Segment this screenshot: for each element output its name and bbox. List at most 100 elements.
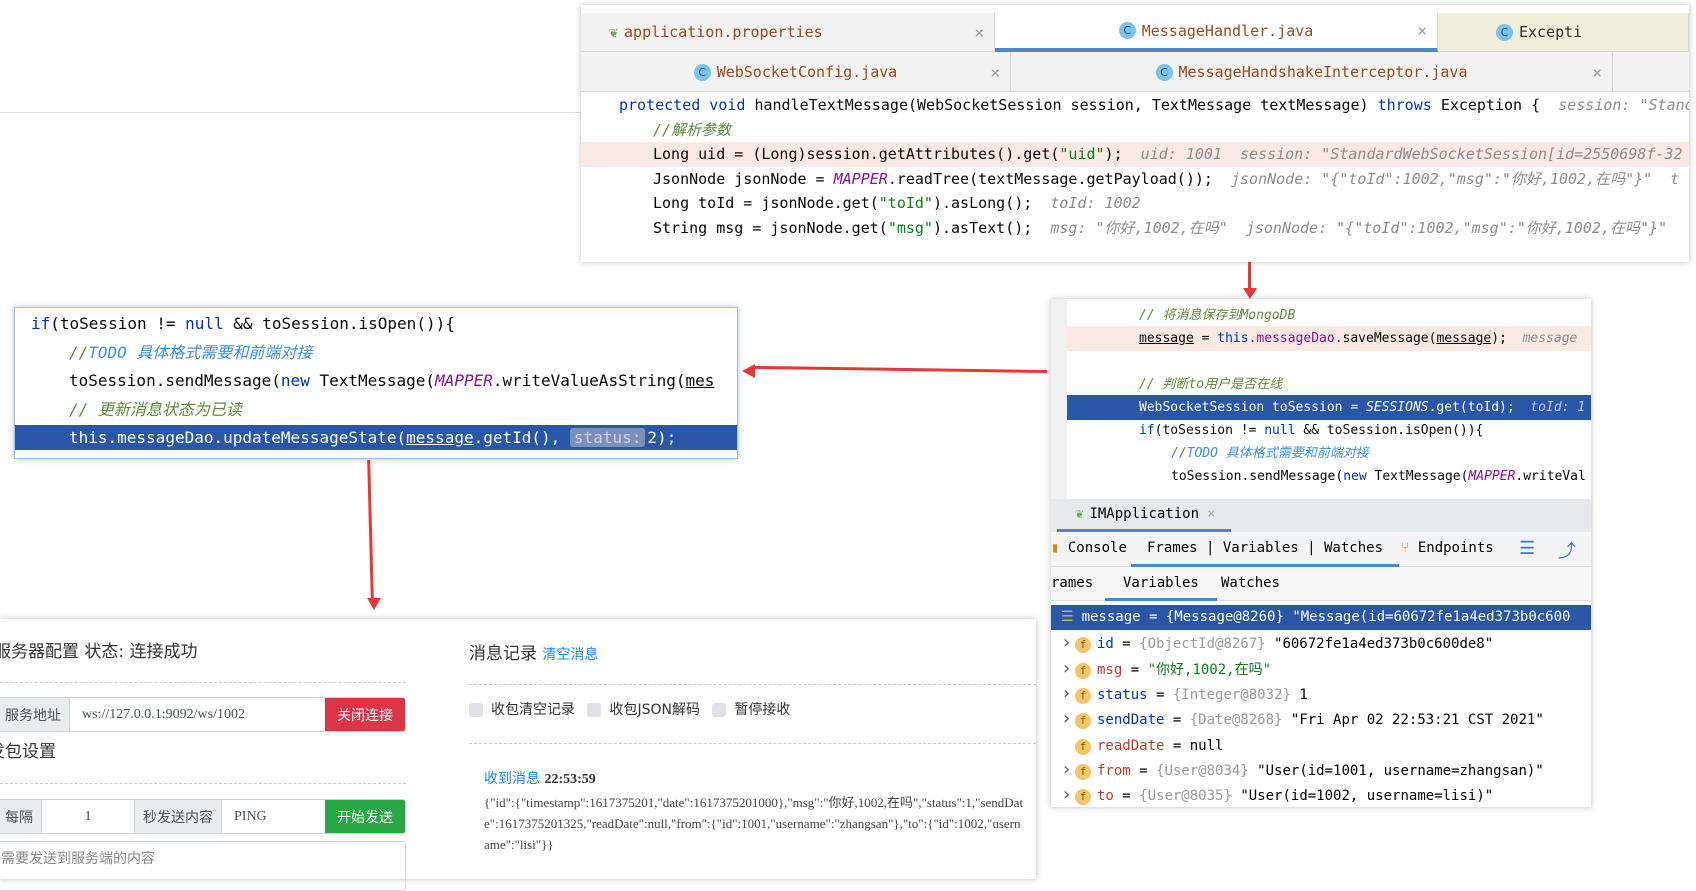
checkbox[interactable] bbox=[469, 703, 483, 717]
code-line[interactable]: // 判断to用户是否在线 bbox=[1067, 372, 1591, 397]
inline-debug-value: session: "StandardWebSocketSession bbox=[1558, 96, 1689, 114]
clear-messages-link[interactable]: 清空消息 bbox=[542, 647, 598, 663]
variable-row[interactable]: › f id = {ObjectId@8267} "60672fe1a4ed373b… bbox=[1051, 630, 1591, 655]
code-line[interactable]: message = this.messageDao.saveMessage(me… bbox=[1067, 326, 1591, 351]
tab-console[interactable]: ▮ Console bbox=[1051, 540, 1127, 556]
equals-sign: = bbox=[1113, 788, 1140, 805]
code-line[interactable]: String msg = jsonNode.get("msg").asText(… bbox=[581, 216, 1689, 241]
code-token: TextMessage( bbox=[319, 371, 436, 390]
code-token: new bbox=[1343, 469, 1375, 484]
debugger-toolbar: ▮ Console Frames | Variables | Watches ⑂… bbox=[1051, 532, 1591, 567]
inline-debug-value: message bbox=[1522, 331, 1578, 346]
message-textarea[interactable]: 需要发送到服务端的内容 bbox=[0, 841, 406, 891]
code-line[interactable]: Long uid = (Long)session.getAttributes()… bbox=[581, 142, 1689, 167]
code-token: TODO 具体格式需要和前端对接 bbox=[88, 342, 313, 362]
code-token: "msg" bbox=[887, 218, 933, 237]
code-token: && toSession.isOpen()){ bbox=[1295, 423, 1484, 438]
code-line[interactable]: // 将消息保存到MongoDB bbox=[1067, 303, 1591, 328]
run-tab-label: IMApplication bbox=[1089, 506, 1200, 522]
start-sending-button[interactable]: 开始发送 bbox=[325, 800, 405, 833]
arrow-head bbox=[367, 598, 381, 610]
expand-toggle[interactable] bbox=[1051, 732, 1075, 757]
variable-row[interactable]: f readDate = null bbox=[1051, 732, 1591, 757]
checkbox[interactable] bbox=[587, 703, 602, 717]
code-line[interactable]: toSession.sendMessage(new TextMessage(MA… bbox=[1067, 464, 1591, 489]
variable-row[interactable]: › f sendDate = {Date@8268} "Fri Apr 02 22:… bbox=[1051, 706, 1591, 731]
subtab-variables[interactable]: Variables bbox=[1105, 567, 1217, 601]
variable-row[interactable]: ☰ message = {Message@8260} "Message(id=60… bbox=[1051, 605, 1591, 630]
variable-row[interactable]: › f from = {User@8034} "User(id=1001, user… bbox=[1051, 757, 1591, 782]
code-token: MAPPER bbox=[833, 169, 888, 188]
debugger-panel: // 将消息保存到MongoDB message = this.messageDa… bbox=[1051, 299, 1591, 807]
code-token: protected void bbox=[619, 96, 755, 114]
code-line[interactable]: //解析参数 bbox=[581, 118, 1689, 143]
variable-row[interactable]: › f to = {User@8035} "User(id=1002, userna… bbox=[1051, 782, 1591, 807]
expand-toggle[interactable]: › bbox=[1051, 630, 1075, 655]
code-token: ).asLong(); bbox=[932, 194, 1051, 212]
expand-toggle[interactable]: › bbox=[1051, 706, 1075, 731]
code-line[interactable]: JsonNode jsonNode = MAPPER.readTree(text… bbox=[581, 167, 1689, 192]
code-line[interactable]: Long toId = jsonNode.get("toId").asLong(… bbox=[581, 191, 1689, 216]
code-token: MAPPER bbox=[435, 371, 493, 390]
tab-exception[interactable]: C Excepti bbox=[1438, 13, 1689, 51]
menu-icon[interactable]: ☰ bbox=[1519, 538, 1535, 559]
close-icon[interactable]: × bbox=[1417, 21, 1427, 40]
ping-input[interactable]: PING bbox=[222, 800, 325, 833]
tab-messagehandler[interactable]: C MessageHandler.java × bbox=[995, 13, 1438, 52]
expand-toggle[interactable]: › bbox=[1051, 656, 1075, 681]
close-icon[interactable]: × bbox=[974, 23, 984, 42]
expand-toggle[interactable]: › bbox=[1051, 757, 1075, 782]
code-token: Long uid = (Long)session.getAttributes()… bbox=[653, 145, 1060, 163]
variable-name: sendDate bbox=[1097, 712, 1165, 729]
code-line-current[interactable]: this.messageDao.updateMessageState(messa… bbox=[15, 425, 737, 450]
code-token: ); bbox=[1491, 331, 1523, 346]
interval-input[interactable]: 1 bbox=[42, 800, 134, 833]
code-line[interactable]: toSession.sendMessage(new TextMessage(MA… bbox=[15, 368, 737, 393]
close-icon[interactable]: × bbox=[1207, 506, 1215, 522]
tab-websocketconfig[interactable]: C WebSocketConfig.java × bbox=[581, 52, 1011, 92]
checkbox[interactable] bbox=[712, 703, 727, 717]
code-area[interactable]: // 将消息保存到MongoDB message = this.messageDa… bbox=[1067, 303, 1591, 499]
code-line[interactable]: // 更新消息状态为已读 bbox=[15, 397, 737, 422]
code-line[interactable]: protected void handleTextMessage(WebSock… bbox=[581, 93, 1689, 118]
code-line[interactable]: if(toSession != null && toSession.isOpen… bbox=[15, 311, 737, 336]
code-line[interactable]: //TODO 具体格式需要和前端对接 bbox=[15, 340, 737, 365]
tab-frames-variables-watches[interactable]: Frames | Variables | Watches bbox=[1131, 532, 1400, 567]
code-area[interactable]: protected void handleTextMessage(WebSock… bbox=[581, 93, 1689, 262]
server-address-input[interactable]: ws://127.0.0.1:9092/ws/1002 bbox=[70, 698, 325, 731]
received-body: {"id":{"timestamp":1617375201,"date":161… bbox=[484, 795, 1024, 852]
code-line[interactable]: //TODO 具体格式需要和前端对接 bbox=[1067, 441, 1591, 466]
expand-toggle[interactable]: › bbox=[1051, 681, 1075, 706]
variable-row[interactable]: › f status = {Integer@8032} 1 bbox=[1051, 681, 1591, 706]
code-line[interactable]: if(toSession != null && toSession.isOpen… bbox=[1067, 418, 1591, 443]
code-token: throws bbox=[1377, 96, 1441, 114]
variables-tree[interactable]: ☰ message = {Message@8260} "Message(id=60… bbox=[1051, 605, 1591, 807]
received-time: 22:53:59 bbox=[544, 772, 596, 787]
spring-properties-icon: ❦ bbox=[609, 23, 619, 41]
subtab-frames[interactable]: rames bbox=[1051, 575, 1093, 591]
subtab-watches[interactable]: Watches bbox=[1221, 575, 1280, 591]
variable-row[interactable]: › f msg = "你好,1002,在吗" bbox=[1051, 656, 1591, 681]
close-connection-button[interactable]: 关闭连接 bbox=[325, 698, 405, 731]
restore-layout-icon[interactable]: ⤴ bbox=[1558, 537, 1576, 563]
tab-messagehandshakeinterceptor[interactable]: C MessageHandshakeInterceptor.java × bbox=[1011, 52, 1613, 92]
close-icon[interactable]: × bbox=[990, 63, 1000, 82]
options-row: 收包清空记录 收包JSON解码 暂停接收 bbox=[469, 699, 790, 719]
expand-toggle[interactable]: › bbox=[1051, 782, 1075, 807]
code-token: message bbox=[406, 428, 474, 447]
variable-name: to bbox=[1097, 788, 1114, 805]
send-content-label: 秒发送内容 bbox=[134, 800, 222, 833]
tab-endpoints[interactable]: ⑂ Endpoints bbox=[1401, 540, 1494, 556]
code-line-current[interactable]: WebSocketSession toSession = SESSIONS.ge… bbox=[1067, 395, 1591, 420]
close-icon[interactable]: × bbox=[1592, 63, 1602, 82]
code-line[interactable] bbox=[1067, 349, 1591, 374]
option-pause-receive[interactable]: 暂停接收 bbox=[712, 702, 790, 718]
run-tab-imapplication[interactable]: ❦ IMApplication × bbox=[1057, 499, 1231, 532]
tab-application-properties[interactable]: ❦ application.properties × bbox=[581, 13, 995, 51]
variable-value: "Fri Apr 02 22:53:21 CST 2021" bbox=[1290, 712, 1544, 729]
inline-debug-value: toId: 1 bbox=[1530, 400, 1586, 415]
equals-sign: = bbox=[1130, 762, 1157, 779]
option-clear-on-receive[interactable]: 收包清空记录 bbox=[469, 702, 575, 718]
option-json-decode[interactable]: 收包JSON解码 bbox=[587, 702, 700, 718]
code-snippet-panel: if(toSession != null && toSession.isOpen… bbox=[14, 307, 738, 459]
